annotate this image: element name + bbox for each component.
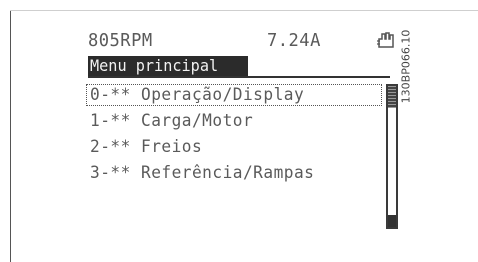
motor-current-readout: 7.24A bbox=[267, 30, 321, 51]
frame-left-border bbox=[10, 10, 11, 262]
menu-title-bar: Menu principal bbox=[88, 56, 390, 78]
scroll-down-arrow-icon[interactable] bbox=[388, 215, 396, 227]
motor-speed-readout: 805RPM bbox=[88, 30, 153, 51]
figure-code: 130BP066.10 bbox=[396, 18, 416, 138]
menu-item-operation-display[interactable]: 0-** Operação/Display bbox=[90, 84, 304, 106]
scroll-thumb[interactable] bbox=[388, 86, 396, 108]
figure-code-text: 130BP066.10 bbox=[399, 29, 413, 104]
menu-title-highlight: Menu principal bbox=[88, 56, 248, 76]
frame-top-border bbox=[10, 10, 478, 11]
lcp-display: 805RPM 7.24A Menu principal 0-** Operaçã… bbox=[86, 26, 406, 236]
menu-item-reference-ramps[interactable]: 3-** Referência/Rampas bbox=[90, 162, 314, 184]
menu-title: Menu principal bbox=[90, 56, 219, 75]
hand-hold-icon bbox=[377, 32, 394, 48]
menu-item-load-motor[interactable]: 1-** Carga/Motor bbox=[90, 110, 253, 132]
menu-item-brakes[interactable]: 2-** Freios bbox=[90, 136, 202, 158]
